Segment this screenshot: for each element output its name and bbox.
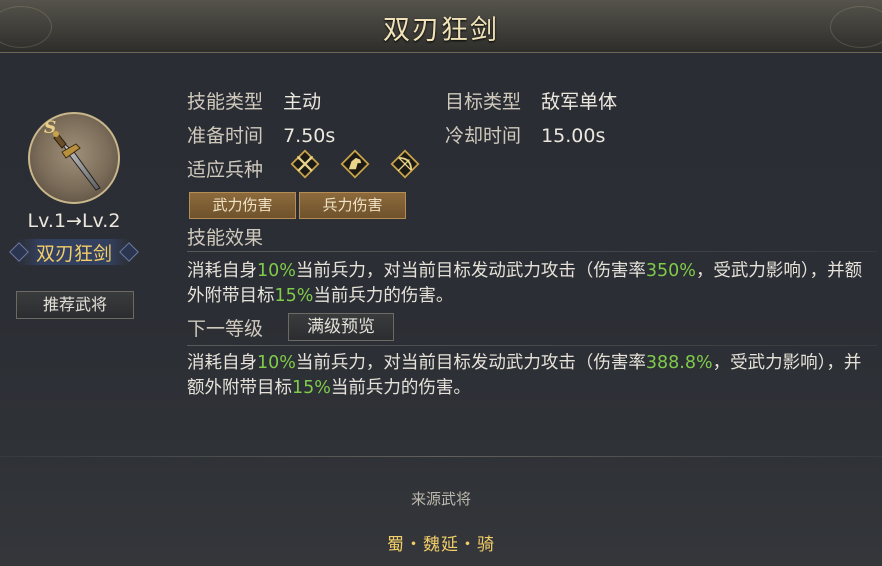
- effect-value-extra-damage: 15%: [274, 286, 314, 306]
- next-effect-value-troop-cost: 10%: [257, 353, 296, 373]
- source-general-link[interactable]: 蜀・魏延・骑: [0, 530, 882, 555]
- title-bar: 双刃狂剑: [0, 0, 882, 53]
- cooldown-value: 15.00s: [541, 125, 606, 147]
- prep-time-value: 7.50s: [283, 125, 336, 147]
- troop-type-label: 适应兵种: [187, 159, 264, 181]
- next-effect-text-2: 当前兵力，对当前目标发动武力攻击（伤害率: [295, 353, 646, 373]
- effect-text-2: 当前兵力，对当前目标发动武力攻击（伤害率: [295, 261, 646, 281]
- next-level-title: 下一等级: [187, 318, 264, 340]
- next-level-description: 消耗自身10%当前兵力，对当前目标发动武力攻击（伤害率388.8%，受武力影响）…: [187, 351, 877, 401]
- target-type-label: 目标类型: [445, 91, 522, 113]
- effect-description: 消耗自身10%当前兵力，对当前目标发动武力攻击（伤害率350%，受武力影响），并…: [187, 259, 877, 309]
- target-type-value: 敌军单体: [541, 91, 618, 113]
- skill-name: 双刃狂剑: [35, 243, 112, 265]
- source-title: 来源武将: [410, 490, 471, 508]
- effect-value-damage-rate: 350%: [645, 261, 696, 281]
- horse-cavalry-icon: [340, 149, 370, 179]
- next-effect-text-1: 消耗自身: [187, 353, 257, 373]
- prep-time-label: 准备时间: [187, 125, 264, 147]
- bow-archer-icon: [390, 149, 420, 179]
- next-effect-value-extra-damage: 15%: [292, 378, 331, 398]
- cooldown-label: 冷却时间: [445, 125, 522, 147]
- effect-text-1: 消耗自身: [187, 261, 257, 281]
- skill-type-label: 技能类型: [187, 91, 264, 113]
- recommend-general-button[interactable]: 推荐武将: [16, 291, 134, 319]
- skill-tier-badge: S: [44, 118, 57, 138]
- next-effect-value-damage-rate: 388.8%: [645, 353, 713, 373]
- skill-level: Lv.1→Lv.2: [27, 210, 121, 232]
- effect-text-4: 当前兵力的伤害。: [313, 286, 454, 306]
- next-level-divider: [187, 345, 877, 346]
- effect-value-troop-cost: 10%: [257, 261, 296, 281]
- skill-name-plate: 双刃狂剑: [8, 236, 140, 268]
- effect-title: 技能效果: [187, 227, 264, 249]
- next-effect-text-4: 当前兵力的伤害。: [330, 378, 471, 398]
- max-level-preview-button[interactable]: 满级预览: [288, 313, 394, 341]
- crossed-spears-icon: [290, 149, 320, 179]
- tag-force-damage: 武力伤害: [189, 192, 296, 219]
- page-title: 双刃狂剑: [383, 15, 499, 46]
- tag-troop-damage: 兵力伤害: [299, 192, 406, 219]
- skill-type-value: 主动: [283, 91, 322, 113]
- skill-icon: [28, 112, 120, 204]
- source-divider: [0, 456, 882, 457]
- effect-divider: [187, 251, 877, 252]
